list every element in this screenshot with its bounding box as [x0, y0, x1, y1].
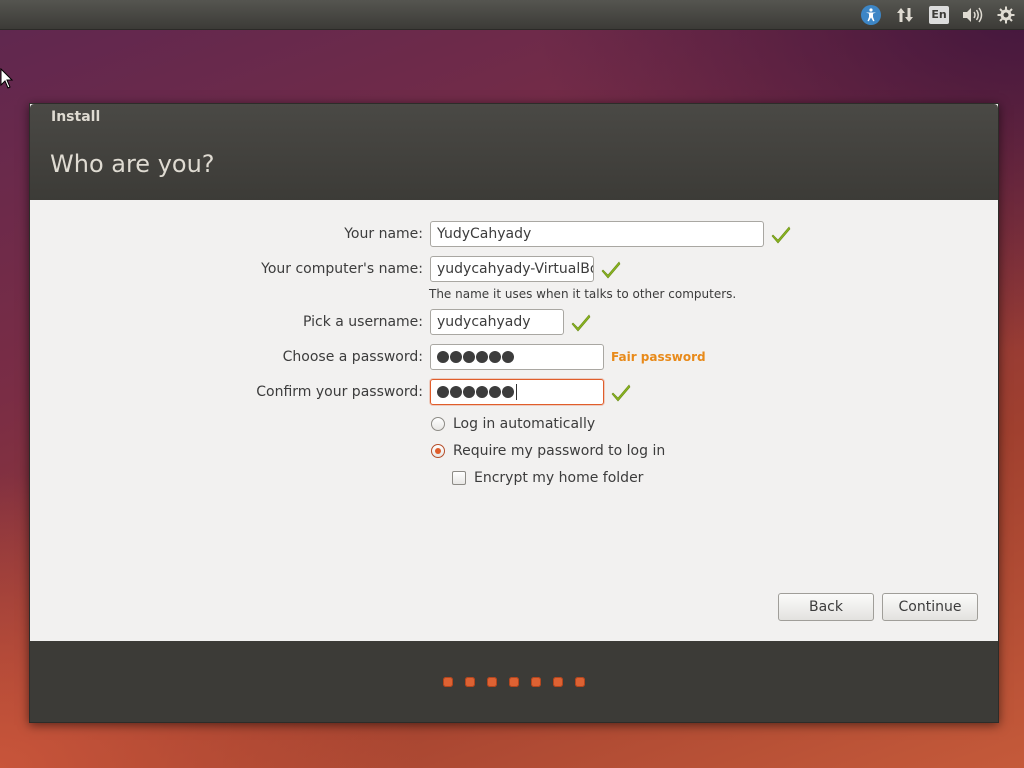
- page-title: Who are you?: [50, 150, 215, 178]
- accessibility-icon: [861, 4, 881, 25]
- confirm-password-valid-check-icon: [611, 384, 631, 402]
- sound-indicator[interactable]: [960, 4, 984, 25]
- back-button[interactable]: Back: [778, 593, 874, 621]
- password-dot: [450, 351, 462, 363]
- password-dot: [437, 351, 449, 363]
- name-valid-check-icon: [771, 226, 791, 244]
- name-label: Your name:: [344, 226, 423, 242]
- confirm-password-mask: [437, 384, 597, 400]
- progress-step-dot: [531, 677, 541, 687]
- auto-login-label: Log in automatically: [453, 416, 596, 432]
- name-field[interactable]: YudyCahyady: [430, 221, 764, 247]
- password-dot: [489, 351, 501, 363]
- password-strength-label: Fair password: [611, 350, 706, 364]
- progress-step-dot: [575, 677, 585, 687]
- require-password-radio[interactable]: [431, 444, 445, 458]
- password-dot: [489, 386, 501, 398]
- window-titlebar: Install Who are you?: [30, 104, 998, 200]
- installer-footer: [30, 641, 998, 722]
- window-title: Install: [51, 109, 101, 125]
- password-dot: [476, 351, 488, 363]
- require-password-label: Require my password to log in: [453, 443, 666, 459]
- progress-step-dot: [553, 677, 563, 687]
- language-badge: En: [929, 5, 949, 24]
- auto-login-option[interactable]: Log in automatically: [431, 416, 595, 432]
- progress-step-dot: [465, 677, 475, 687]
- mouse-cursor-icon: [0, 68, 14, 89]
- confirm-password-label: Confirm your password:: [256, 384, 423, 400]
- install-progress-dots: [443, 677, 585, 687]
- username-label: Pick a username:: [302, 314, 423, 330]
- auto-login-radio[interactable]: [431, 417, 445, 431]
- encrypt-home-checkbox[interactable]: [452, 471, 466, 485]
- require-password-option[interactable]: Require my password to log in: [431, 443, 665, 459]
- computer-name-valid-check-icon: [601, 261, 621, 279]
- password-field[interactable]: [430, 344, 604, 370]
- sound-icon: [963, 7, 983, 22]
- system-menu[interactable]: [994, 4, 1018, 25]
- password-label: Choose a password:: [282, 349, 423, 365]
- progress-step-dot: [443, 677, 453, 687]
- username-field[interactable]: yudycahyady: [430, 309, 564, 335]
- password-dot: [463, 351, 475, 363]
- computer-name-label: Your computer's name:: [261, 261, 423, 277]
- text-caret: [516, 384, 517, 400]
- password-dot: [463, 386, 475, 398]
- password-dot: [502, 386, 514, 398]
- password-dot: [502, 351, 514, 363]
- network-indicator[interactable]: [893, 4, 917, 25]
- password-mask: [437, 349, 597, 365]
- accessibility-indicator[interactable]: [859, 4, 883, 25]
- computer-name-field[interactable]: yudycahyady-VirtualBo: [430, 256, 594, 282]
- progress-step-dot: [487, 677, 497, 687]
- top-panel: En: [0, 0, 1024, 30]
- password-dot: [450, 386, 462, 398]
- continue-button[interactable]: Continue: [882, 593, 978, 621]
- computer-name-hint: The name it uses when it talks to other …: [429, 287, 737, 301]
- network-icon: [897, 7, 913, 22]
- password-dot: [437, 386, 449, 398]
- gear-icon: [997, 6, 1015, 23]
- keyboard-language-indicator[interactable]: En: [927, 4, 951, 25]
- encrypt-home-label: Encrypt my home folder: [474, 470, 644, 486]
- confirm-password-field[interactable]: [430, 379, 604, 405]
- password-dot: [476, 386, 488, 398]
- encrypt-home-option[interactable]: Encrypt my home folder: [452, 470, 643, 486]
- username-valid-check-icon: [571, 314, 591, 332]
- installer-window: Install Who are you? Your name: YudyCahy…: [29, 103, 999, 723]
- progress-step-dot: [509, 677, 519, 687]
